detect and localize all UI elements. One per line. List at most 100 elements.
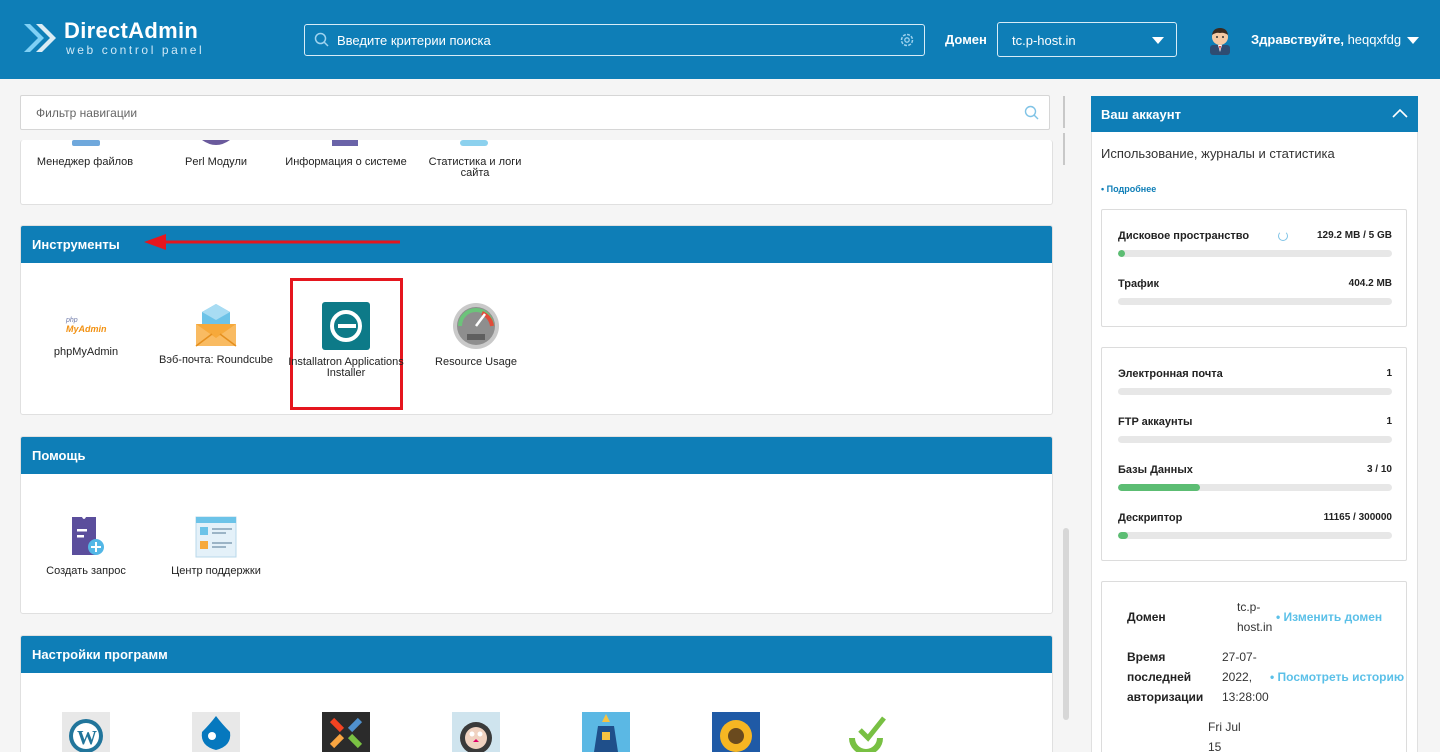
tile-system-info[interactable]: Информация о системе bbox=[285, 157, 407, 168]
greeting-text: Здравствуйте, bbox=[1251, 32, 1344, 47]
tile-label: Perl Модули bbox=[184, 156, 248, 168]
drupal-icon[interactable] bbox=[192, 712, 240, 752]
stat-progress-fill bbox=[1118, 532, 1129, 539]
tile-label: Вэб-почта: Roundcube bbox=[159, 354, 273, 366]
info-domain-value-1: tc.p- bbox=[1237, 600, 1261, 614]
loading-spinner-icon bbox=[1278, 231, 1288, 241]
info-login-label-3: авторизации bbox=[1127, 690, 1204, 704]
lighthouse-icon[interactable] bbox=[582, 712, 630, 752]
info-login-label-2: последней bbox=[1127, 670, 1192, 684]
annotation-arrow-icon bbox=[144, 234, 400, 250]
account-more-link[interactable]: • Подробнее bbox=[1101, 184, 1156, 194]
directadmin-logo[interactable]: DirectAdmin web control panel bbox=[20, 16, 210, 62]
info-login-value-2: 2022, bbox=[1222, 670, 1253, 684]
system-panel bbox=[20, 140, 1053, 205]
create-ticket-icon bbox=[72, 517, 104, 555]
webmail-icon bbox=[195, 304, 237, 347]
app-settings-panel-title[interactable]: Настройки программ bbox=[21, 636, 1052, 673]
support-center-icon bbox=[195, 516, 237, 558]
info-extra-1: Fri Jul bbox=[1208, 720, 1241, 734]
system-info-icon bbox=[332, 140, 358, 146]
account-description: Использование, журналы и статистика bbox=[1101, 146, 1335, 161]
stat-name: FTP аккаунты bbox=[1118, 416, 1193, 428]
stat-value: 3 / 10 bbox=[1366, 464, 1392, 475]
domain-select[interactable]: tc.p-host.in bbox=[997, 22, 1177, 57]
info-login-label-1: Время bbox=[1127, 650, 1166, 664]
global-search-input[interactable]: Введите критерии поиска bbox=[304, 24, 925, 56]
perl-icon bbox=[202, 140, 230, 145]
stat-value: 1 bbox=[1386, 368, 1392, 379]
stat-progress-fill bbox=[1118, 484, 1201, 491]
tile-label: Информация о системе bbox=[285, 156, 407, 168]
stat-progress-bar bbox=[1118, 436, 1392, 443]
phpmyadmin-icon: php MyAdmin bbox=[65, 317, 107, 334]
tile-installatron[interactable]: Installatron Applications Installer bbox=[285, 302, 407, 379]
tile-create-ticket[interactable]: Создать запрос bbox=[26, 515, 146, 577]
search-icon bbox=[314, 32, 329, 47]
info-domain-label: Домен bbox=[1127, 610, 1166, 624]
tile-site-stats[interactable]: Статистика и логи сайта bbox=[415, 157, 535, 179]
brand-name: DirectAdmin bbox=[64, 18, 199, 43]
stat-name: Базы Данных bbox=[1118, 464, 1193, 476]
tile-label: Центр поддержки bbox=[171, 565, 261, 577]
tile-resource-usage[interactable]: Resource Usage bbox=[416, 302, 536, 368]
stat-progress-bar bbox=[1118, 250, 1392, 257]
tile-label: Менеджер файлов bbox=[36, 156, 134, 168]
directadmin-logo-icon bbox=[24, 24, 56, 52]
stat-value: 404.2 MB bbox=[1348, 278, 1392, 289]
user-greeting[interactable]: Здравствуйте, heqqxfdg bbox=[1251, 32, 1401, 47]
tile-label: Статистика и логи сайта bbox=[428, 156, 522, 179]
stat-progress-bar bbox=[1118, 484, 1392, 491]
stat-value: 11165 / 300000 bbox=[1323, 512, 1392, 523]
nav-filter-input[interactable]: Фильтр навигации bbox=[20, 95, 1050, 130]
scrollbar-thumb[interactable] bbox=[1063, 528, 1069, 720]
tile-label: Resource Usage bbox=[435, 356, 517, 368]
prestashop-icon[interactable] bbox=[452, 712, 500, 752]
tile-webmail-roundcube[interactable]: Вэб-почта: Roundcube bbox=[156, 302, 276, 366]
domain-label: Домен bbox=[945, 32, 987, 47]
panel-resize-handle[interactable] bbox=[1063, 96, 1069, 165]
search-settings-gear-icon[interactable] bbox=[899, 32, 915, 48]
stat-progress-fill bbox=[1118, 250, 1125, 257]
counts-box: Электронная почта 1 FTP аккаунты 1 Базы … bbox=[1101, 347, 1407, 561]
domain-select-value: tc.p-host.in bbox=[1012, 33, 1076, 48]
username: heqqxfdg bbox=[1347, 32, 1402, 47]
joomla-icon[interactable] bbox=[322, 712, 370, 752]
top-header: DirectAdmin web control panel Введите кр… bbox=[0, 0, 1440, 79]
resource-usage-icon bbox=[453, 303, 499, 349]
stat-value: 129.2 MB / 5 GB bbox=[1316, 230, 1392, 241]
tile-label: phpMyAdmin bbox=[53, 346, 119, 358]
view-history-link[interactable]: • Посмотреть историю bbox=[1270, 670, 1404, 684]
search-placeholder: Введите критерии поиска bbox=[337, 33, 491, 48]
stat-name: Электронная почта bbox=[1118, 368, 1223, 380]
filter-search-icon bbox=[1024, 105, 1039, 120]
app-settings-panel: Настройки программ bbox=[20, 635, 1053, 752]
stat-name: Дескриптор bbox=[1118, 512, 1183, 524]
wordpress-icon[interactable]: W bbox=[62, 712, 110, 752]
info-domain-value-2: host.in bbox=[1237, 620, 1273, 634]
tile-perl-modules[interactable]: Perl Модули bbox=[156, 157, 276, 168]
account-panel-header[interactable]: Ваш аккаунт bbox=[1091, 96, 1418, 132]
info-login-value-1: 27-07- bbox=[1222, 650, 1257, 664]
usage-box: Дисковое пространство 129.2 MB / 5 GB Тр… bbox=[1101, 209, 1407, 327]
stat-progress-bar bbox=[1118, 298, 1392, 305]
info-login-value-3: 13:28:00 bbox=[1222, 690, 1269, 704]
chevron-down-icon bbox=[1152, 37, 1164, 44]
stat-value: 1 bbox=[1386, 416, 1392, 427]
svg-text:php: php bbox=[65, 317, 78, 324]
installatron-icon bbox=[322, 302, 370, 350]
sunflower-icon[interactable] bbox=[712, 712, 760, 752]
tile-support-center[interactable]: Центр поддержки bbox=[156, 515, 276, 577]
help-panel-title[interactable]: Помощь bbox=[21, 437, 1052, 474]
chevron-up-icon[interactable] bbox=[1392, 107, 1408, 119]
site-stats-icon bbox=[460, 140, 488, 146]
nav-filter-placeholder: Фильтр навигации bbox=[36, 106, 138, 120]
user-avatar-icon[interactable] bbox=[1206, 25, 1234, 55]
user-menu-chevron-down-icon[interactable] bbox=[1407, 37, 1419, 44]
file-manager-icon bbox=[72, 140, 100, 146]
change-domain-link[interactable]: • Изменить домен bbox=[1276, 610, 1382, 624]
tile-file-manager[interactable]: Менеджер файлов bbox=[25, 157, 145, 168]
brand-subtitle: web control panel bbox=[66, 43, 205, 57]
tile-phpmyadmin[interactable]: php MyAdmin phpMyAdmin bbox=[26, 310, 146, 358]
recycle-icon[interactable] bbox=[842, 712, 890, 752]
